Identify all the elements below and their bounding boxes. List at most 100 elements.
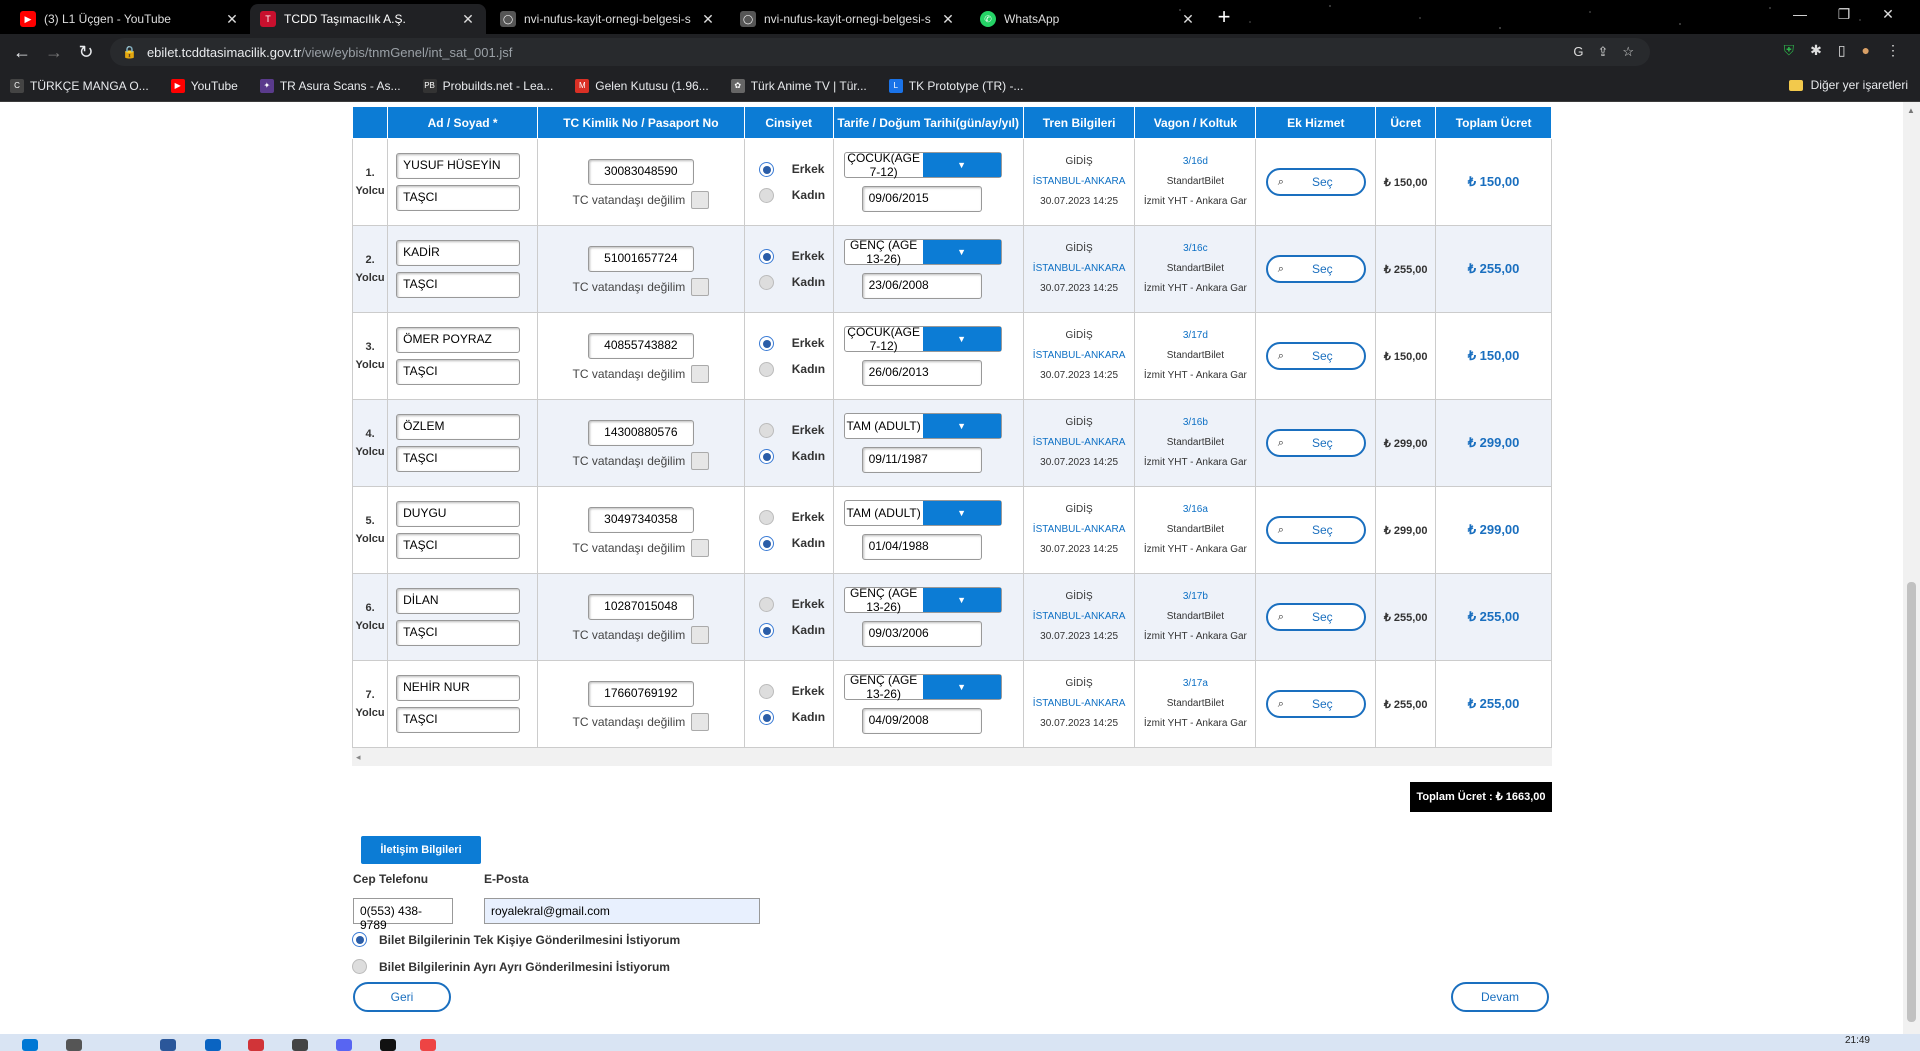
birth-date-input[interactable]: 26/06/2013	[861, 360, 982, 386]
bookmark-tk[interactable]: L TK Prototype (TR) -...	[888, 78, 1023, 93]
star-icon[interactable]: ☆	[1622, 44, 1634, 60]
not-citizen-checkbox[interactable]	[691, 365, 710, 383]
bookmark-asura[interactable]: ✦ TR Asura Scans - As...	[259, 78, 401, 93]
sex-option-female[interactable]: Kadın	[758, 443, 833, 469]
chevron-down-icon[interactable]: ▼	[922, 153, 1001, 177]
tab-nvi-2[interactable]: ◯ nvi-nufus-kayit-ornegi-belgesi-s ✕	[730, 4, 966, 34]
radio-male[interactable]	[758, 161, 774, 177]
birth-date-input[interactable]: 09/03/2006	[861, 621, 982, 647]
tc-id-input[interactable]: 17660769192	[587, 681, 694, 707]
sex-option-female[interactable]: Kadın	[758, 269, 833, 295]
tariff-select[interactable]: GENÇ (AGE 13-26) ▼	[843, 673, 1002, 701]
extensions-icon[interactable]: ✱	[1810, 42, 1822, 59]
extra-service-button[interactable]: ⌕ Seç	[1265, 429, 1366, 457]
tc-id-input[interactable]: 30497340358	[587, 507, 694, 533]
tab-nvi-1[interactable]: ◯ nvi-nufus-kayit-ornegi-belgesi-s ✕	[490, 4, 726, 34]
scroll-up-icon[interactable]: ▲	[1907, 106, 1915, 115]
new-tab-button[interactable]: +	[1210, 6, 1238, 30]
steam-icon[interactable]	[380, 1039, 396, 1051]
tab-whatsapp[interactable]: ✆ WhatsApp ✕	[970, 4, 1206, 34]
radio-female[interactable]	[758, 187, 774, 203]
sex-option-male[interactable]: Erkek	[758, 156, 833, 182]
taskbar-app-icon[interactable]	[420, 1039, 436, 1051]
close-window-icon[interactable]: ✕	[1866, 6, 1910, 23]
radio-female[interactable]	[758, 622, 774, 638]
sex-option-female[interactable]: Kadın	[758, 356, 833, 382]
share-icon[interactable]: ⇪	[1597, 44, 1608, 60]
last-name-input[interactable]: TAŞCI	[396, 272, 521, 298]
tc-id-input[interactable]: 14300880576	[587, 420, 694, 446]
first-name-input[interactable]: NEHİR NUR	[396, 675, 521, 701]
extra-service-button[interactable]: ⌕ Seç	[1265, 342, 1366, 370]
tc-id-input[interactable]: 40855743882	[587, 333, 694, 359]
close-tab-icon[interactable]: ✕	[224, 11, 240, 28]
contact-info-tab[interactable]: İletişim Bilgileri	[361, 836, 481, 864]
forward-arrow-icon[interactable]: →	[38, 42, 70, 63]
separate-recipient-option[interactable]: Bilet Bilgilerinin Ayrı Ayrı Gönderilmes…	[352, 959, 670, 974]
sex-option-male[interactable]: Erkek	[758, 678, 833, 704]
birth-date-input[interactable]: 09/06/2015	[861, 186, 982, 212]
tc-id-input[interactable]: 10287015048	[587, 594, 694, 620]
chevron-down-icon[interactable]: ▼	[922, 675, 1001, 699]
sex-option-male[interactable]: Erkek	[758, 330, 833, 356]
tariff-select[interactable]: GENÇ (AGE 13-26) ▼	[843, 586, 1002, 614]
last-name-input[interactable]: TAŞCI	[396, 359, 521, 385]
not-citizen-checkbox[interactable]	[691, 278, 710, 296]
birth-date-input[interactable]: 23/06/2008	[861, 273, 982, 299]
radio-male[interactable]	[758, 335, 774, 351]
scrollbar-thumb[interactable]	[1907, 582, 1916, 1022]
radio-female[interactable]	[758, 274, 774, 290]
menu-icon[interactable]: ⋮	[1886, 42, 1900, 59]
chevron-down-icon[interactable]: ▼	[922, 588, 1001, 612]
tariff-select[interactable]: TAM (ADULT) ▼	[843, 500, 1002, 526]
last-name-input[interactable]: TAŞCI	[396, 446, 521, 472]
radio-male[interactable]	[758, 422, 774, 438]
sex-option-male[interactable]: Erkek	[758, 243, 833, 269]
single-recipient-option[interactable]: Bilet Bilgilerinin Tek Kişiye Gönderilme…	[352, 932, 680, 947]
windows-start-icon[interactable]	[22, 1039, 38, 1051]
birth-date-input[interactable]: 09/11/1987	[861, 447, 982, 473]
back-arrow-icon[interactable]: ←	[6, 42, 38, 63]
shield-icon[interactable]: ⛨	[1784, 42, 1795, 59]
search-icon[interactable]	[66, 1039, 82, 1051]
tab-youtube[interactable]: ▶ (3) L1 Üçgen - YouTube ✕	[10, 4, 250, 34]
tc-id-input[interactable]: 30083048590	[587, 159, 694, 185]
horizontal-scrollbar[interactable]: ◂	[352, 748, 1552, 766]
continue-button[interactable]: Devam	[1451, 982, 1549, 1012]
radio-male[interactable]	[758, 596, 774, 612]
not-citizen-option[interactable]: TC vatandaşı değilim	[538, 539, 744, 557]
bookmark-anime[interactable]: ✿ Türk Anime TV | Tür...	[730, 78, 867, 93]
back-button[interactable]: Geri	[353, 982, 451, 1012]
first-name-input[interactable]: YUSUF HÜSEYİN	[396, 153, 521, 179]
not-citizen-checkbox[interactable]	[691, 626, 710, 644]
avatar[interactable]: ●	[1862, 42, 1870, 59]
chevron-down-icon[interactable]: ▼	[922, 414, 1001, 438]
first-name-input[interactable]: DİLAN	[396, 588, 521, 614]
taskbar-app-icon[interactable]	[160, 1039, 176, 1051]
bookmark-youtube[interactable]: ▶ YouTube	[170, 78, 238, 93]
first-name-input[interactable]: ÖMER POYRAZ	[396, 327, 521, 353]
sex-option-female[interactable]: Kadın	[758, 704, 833, 730]
extra-service-button[interactable]: ⌕ Seç	[1265, 516, 1366, 544]
reload-icon[interactable]: ↻	[70, 42, 102, 63]
bookmark-manga[interactable]: C TÜRKÇE MANGA O...	[10, 78, 149, 93]
last-name-input[interactable]: TAŞCI	[396, 707, 521, 733]
extra-service-button[interactable]: ⌕ Seç	[1265, 168, 1366, 196]
phone-field[interactable]: 0(553) 438-9789	[353, 898, 453, 932]
radio-female[interactable]	[758, 709, 774, 725]
radio-female[interactable]	[758, 448, 774, 464]
taskbar-app-icon[interactable]	[292, 1039, 308, 1051]
vertical-scrollbar[interactable]: ▲	[1903, 102, 1920, 1034]
not-citizen-checkbox[interactable]	[691, 452, 710, 470]
bookmark-gmail[interactable]: M Gelen Kutusu (1.96...	[575, 78, 709, 93]
tariff-select[interactable]: ÇOCUK(AGE 7-12) ▼	[843, 325, 1002, 353]
not-citizen-option[interactable]: TC vatandaşı değilim	[538, 278, 744, 296]
other-bookmarks[interactable]: Diğer yer işaretleri	[1788, 78, 1908, 92]
radio-male[interactable]	[758, 683, 774, 699]
sidepanel-icon[interactable]: ▯	[1838, 42, 1846, 59]
last-name-input[interactable]: TAŞCI	[396, 185, 521, 211]
birth-date-input[interactable]: 01/04/1988	[861, 534, 982, 560]
radio-male[interactable]	[758, 248, 774, 264]
not-citizen-checkbox[interactable]	[691, 713, 710, 731]
sex-option-female[interactable]: Kadın	[758, 530, 833, 556]
